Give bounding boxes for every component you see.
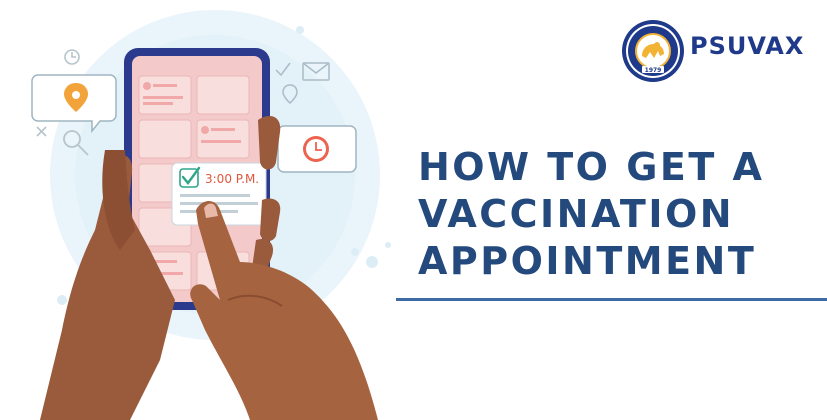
headline-underline: [396, 298, 827, 301]
seal-year: 1979: [645, 67, 662, 74]
banner: 3:00 P.M. 1979 PSUVAX HOW TO GET A VACCI…: [0, 0, 827, 420]
headline: HOW TO GET A VACCINATION APPOINTMENT: [418, 144, 818, 285]
app-name: PSUVAX: [690, 32, 805, 60]
headline-line-2: VACCINATION: [418, 192, 735, 236]
close-icon: [36, 126, 47, 137]
phone-illustration: 3:00 P.M.: [31, 10, 391, 420]
clock-bubble: [268, 125, 357, 173]
headline-line-1: HOW TO GET A: [418, 145, 765, 189]
headline-line-3: APPOINTMENT: [418, 239, 757, 283]
small-clock-icon: [64, 49, 80, 65]
selected-time: 3:00 P.M.: [205, 172, 259, 186]
clock-icon: [303, 136, 329, 162]
checkmark-icon: [179, 166, 201, 188]
